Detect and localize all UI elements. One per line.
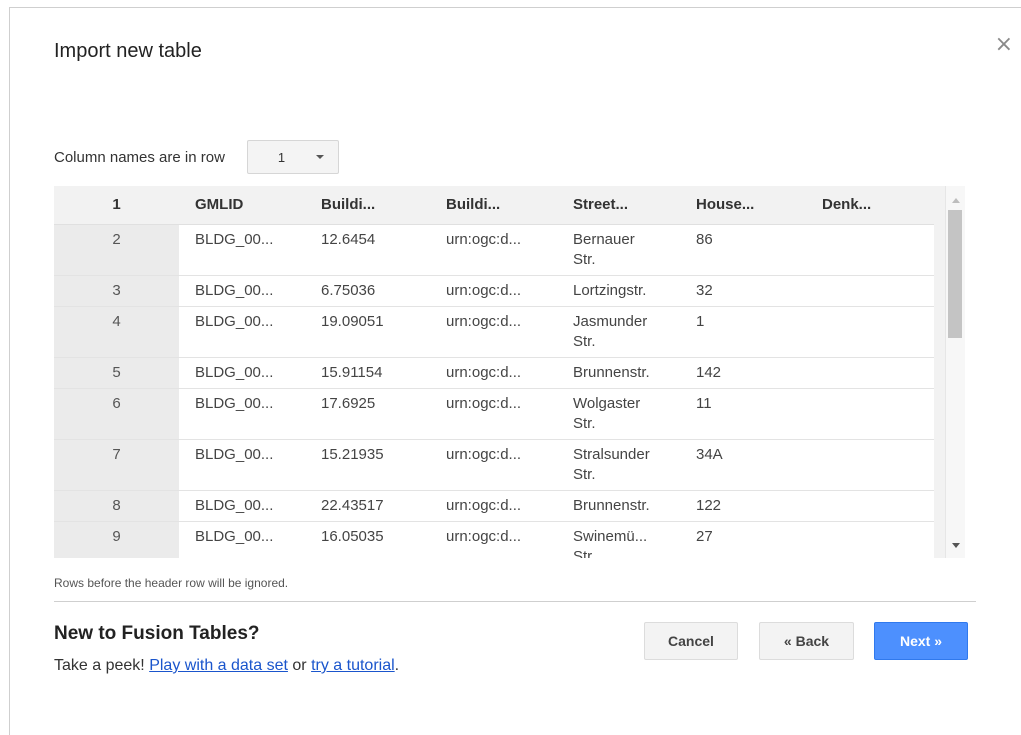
table-cell: BLDG_00... — [179, 491, 305, 521]
tutorial-link[interactable]: try a tutorial — [311, 657, 395, 674]
table-row: 4 BLDG_00... 19.09051 urn:ogc:d... Jasmunder… — [54, 307, 934, 358]
table-cell: urn:ogc:d... — [430, 440, 557, 490]
table-cell: Lortzingstr. — [557, 276, 680, 306]
peek-prefix: Take a peek! — [54, 657, 145, 674]
table-row: 3 BLDG_00... 6.75036 urn:ogc:d... Lortzingst… — [54, 276, 934, 307]
table-cell: 27 — [680, 522, 806, 558]
dialog-title: Import new table — [54, 40, 202, 62]
table-cell: BLDG_00... — [179, 307, 305, 357]
row-number: 2 — [54, 225, 179, 275]
play-dataset-link[interactable]: Play with a data set — [149, 657, 288, 674]
table-cell: BLDG_00... — [179, 389, 305, 439]
table-cell: Stralsunder Str. — [557, 440, 680, 490]
table-cell — [806, 389, 934, 439]
cancel-button[interactable]: Cancel — [644, 622, 738, 660]
table-cell — [806, 440, 934, 490]
table-cell: 122 — [680, 491, 806, 521]
peek-text: Take a peek! Play with a data set or try… — [54, 657, 399, 675]
scroll-up-icon[interactable] — [952, 198, 960, 203]
vertical-scrollbar[interactable] — [945, 186, 965, 558]
preview-table-body: 1 GMLID Buildi... Buildi... Street... House..… — [54, 186, 934, 558]
row-number: 7 — [54, 440, 179, 490]
table-cell: 17.6925 — [305, 389, 430, 439]
new-to-fusion-heading: New to Fusion Tables? — [54, 623, 260, 644]
table-cell: urn:ogc:d... — [430, 276, 557, 306]
table-cell: urn:ogc:d... — [430, 358, 557, 388]
table-cell: BLDG_00... — [179, 522, 305, 558]
column-header: Street... — [557, 190, 680, 220]
table-cell: 19.09051 — [305, 307, 430, 357]
table-cell: 6.75036 — [305, 276, 430, 306]
row-number: 3 — [54, 276, 179, 306]
table-cell: Brunnenstr. — [557, 491, 680, 521]
table-cell: urn:ogc:d... — [430, 491, 557, 521]
table-cell: 11 — [680, 389, 806, 439]
table-cell — [806, 307, 934, 357]
close-icon[interactable]: × — [995, 34, 1013, 56]
table-cell — [806, 225, 934, 275]
scrollbar-thumb[interactable] — [948, 210, 962, 338]
row-number: 6 — [54, 389, 179, 439]
column-names-label: Column names are in row — [54, 148, 225, 166]
table-cell: Jasmunder Str. — [557, 307, 680, 357]
row-number-header: 1 — [54, 190, 179, 220]
table-cell: urn:ogc:d... — [430, 522, 557, 558]
table-cell: urn:ogc:d... — [430, 389, 557, 439]
table-cell: 86 — [680, 225, 806, 275]
row-number: 4 — [54, 307, 179, 357]
table-row: 9 BLDG_00... 16.05035 urn:ogc:d... Swinemü..… — [54, 522, 934, 558]
table-cell: BLDG_00... — [179, 276, 305, 306]
next-button[interactable]: Next » — [874, 622, 968, 660]
table-cell: BLDG_00... — [179, 225, 305, 275]
table-cell: 15.91154 — [305, 358, 430, 388]
row-number: 5 — [54, 358, 179, 388]
table-cell: 142 — [680, 358, 806, 388]
column-names-row: Column names are in row 1 — [54, 140, 339, 174]
table-cell — [806, 276, 934, 306]
table-row: 7 BLDG_00... 15.21935 urn:ogc:d... Stralsund… — [54, 440, 934, 491]
table-cell: Bernauer Str. — [557, 225, 680, 275]
table-cell: urn:ogc:d... — [430, 225, 557, 275]
table-cell: 32 — [680, 276, 806, 306]
column-header: Buildi... — [305, 190, 430, 220]
preview-table: 1 GMLID Buildi... Buildi... Street... House..… — [54, 186, 965, 558]
table-cell — [806, 358, 934, 388]
table-cell: 1 — [680, 307, 806, 357]
column-header: Denk... — [806, 190, 934, 220]
table-cell — [806, 522, 934, 558]
column-header: GMLID — [179, 190, 305, 220]
table-cell: BLDG_00... — [179, 440, 305, 490]
ignore-note: Rows before the header row will be ignor… — [54, 576, 289, 590]
table-cell: Wolgaster Str. — [557, 389, 680, 439]
period-text: . — [394, 657, 400, 674]
row-number: 9 — [54, 522, 179, 558]
table-cell: 22.43517 — [305, 491, 430, 521]
divider — [54, 601, 976, 602]
table-cell: 34A — [680, 440, 806, 490]
scroll-down-icon[interactable] — [952, 543, 960, 548]
table-cell: urn:ogc:d... — [430, 307, 557, 357]
row-number: 8 — [54, 491, 179, 521]
table-cell: 16.05035 — [305, 522, 430, 558]
table-row: 6 BLDG_00... 17.6925 urn:ogc:d... Wolgaster … — [54, 389, 934, 440]
back-button[interactable]: « Back — [759, 622, 854, 660]
table-row: 2 BLDG_00... 12.6454 urn:ogc:d... Bernauer S… — [54, 225, 934, 276]
table-header-row: 1 GMLID Buildi... Buildi... Street... House..… — [54, 186, 934, 225]
table-row: 5 BLDG_00... 15.91154 urn:ogc:d... Brunnenst… — [54, 358, 934, 389]
or-text: or — [292, 657, 307, 674]
header-row-value: 1 — [277, 149, 286, 165]
chevron-down-icon — [315, 155, 324, 159]
table-cell: Brunnenstr. — [557, 358, 680, 388]
table-cell: Swinemü... Str. — [557, 522, 680, 558]
header-row-select[interactable]: 1 — [246, 140, 339, 174]
table-cell — [806, 491, 934, 521]
column-header: House... — [680, 190, 806, 220]
table-row: 8 BLDG_00... 22.43517 urn:ogc:d... Brunnenst… — [54, 491, 934, 522]
table-cell: 12.6454 — [305, 225, 430, 275]
table-cell: BLDG_00... — [179, 358, 305, 388]
table-cell: 15.21935 — [305, 440, 430, 490]
column-header: Buildi... — [430, 190, 557, 220]
